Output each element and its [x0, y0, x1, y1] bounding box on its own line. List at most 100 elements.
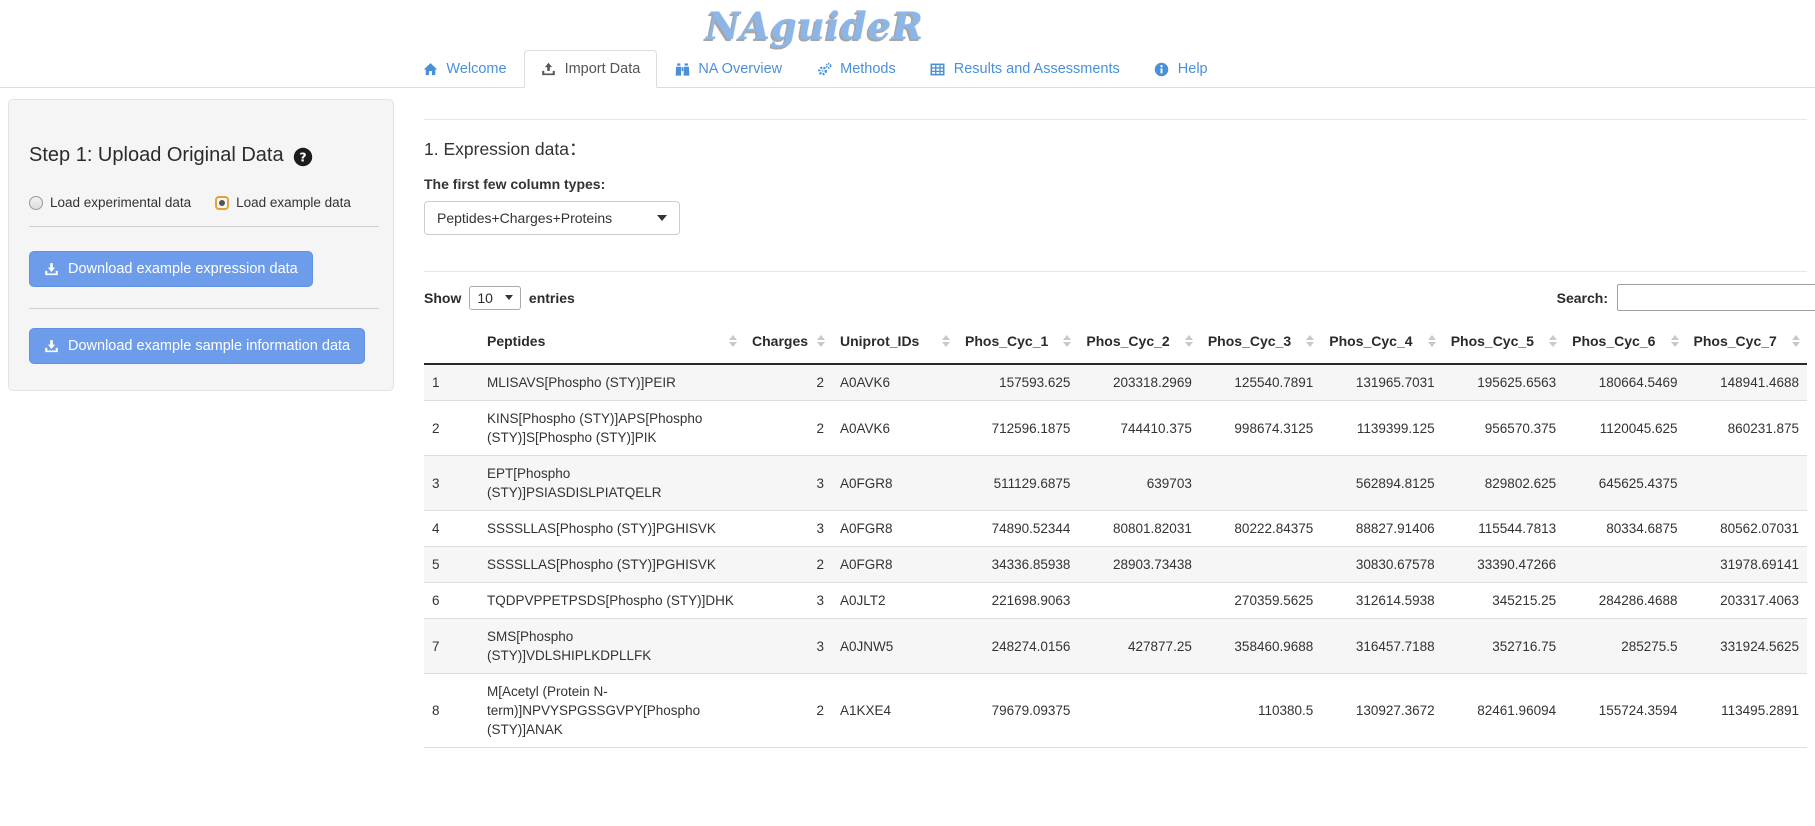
table-cell: A0FGR8 [832, 547, 957, 583]
table-cell: 645625.4375 [1564, 456, 1685, 511]
table-cell: 195625.6563 [1443, 364, 1564, 401]
sort-arrows-icon [1671, 335, 1679, 347]
table-cell: 712596.1875 [957, 401, 1078, 456]
tab-import-data[interactable]: Import Data [524, 50, 658, 88]
search-input[interactable] [1617, 284, 1815, 311]
entries-label: entries [529, 290, 575, 306]
column-header[interactable]: Phos_Cyc_7 [1686, 321, 1807, 364]
table-cell: 312614.5938 [1321, 583, 1442, 619]
table-cell [1078, 583, 1199, 619]
tab-results-assessments[interactable]: Results and Assessments [913, 50, 1137, 88]
row-index-cell: 4 [424, 511, 479, 547]
datatable-controls: Show 10 entries Search: [424, 284, 1807, 311]
table-cell: 74890.52344 [957, 511, 1078, 547]
tab-help[interactable]: Help [1137, 50, 1225, 88]
column-header[interactable]: Phos_Cyc_1 [957, 321, 1078, 364]
table-cell: 110380.5 [1200, 674, 1321, 748]
table-cell: 131965.7031 [1321, 364, 1442, 401]
table-cell: A0JNW5 [832, 619, 957, 674]
page-length-select[interactable]: 10 [469, 286, 521, 310]
page-length-value: 10 [477, 290, 493, 306]
table-cell: 829802.625 [1443, 456, 1564, 511]
table-cell: A0FGR8 [832, 511, 957, 547]
table-cell: 331924.5625 [1686, 619, 1807, 674]
table-cell: 155724.3594 [1564, 674, 1685, 748]
table-cell: 285275.5 [1564, 619, 1685, 674]
expression-data-table: Peptides Charges Uniprot_IDs Phos_Cyc_1 Phos… [424, 321, 1807, 748]
step1-title-text: Step 1: Upload Original Data [29, 144, 284, 167]
info-icon [1154, 61, 1170, 77]
column-header[interactable]: Phos_Cyc_5 [1443, 321, 1564, 364]
table-cell: 639703 [1078, 456, 1199, 511]
sort-arrows-icon [1063, 335, 1071, 347]
column-header[interactable]: Uniprot_IDs [832, 321, 957, 364]
column-header-label: Phos_Cyc_1 [965, 333, 1048, 349]
column-header[interactable]: Phos_Cyc_3 [1200, 321, 1321, 364]
table-cell: 2 [744, 547, 832, 583]
table-cell: 270359.5625 [1200, 583, 1321, 619]
column-header[interactable]: Charges [744, 321, 832, 364]
main-top-divider [424, 119, 1807, 120]
table-row: 5SSSSLLAS[Phospho (STY)]PGHISVK2A0FGR834… [424, 547, 1807, 583]
table-row: 1MLISAVS[Phospho (STY)]PEIR2A0AVK6157593… [424, 364, 1807, 401]
table-cell: 125540.7891 [1200, 364, 1321, 401]
radio-checked-icon [215, 196, 229, 210]
table-cell: A0AVK6 [832, 401, 957, 456]
tab-label: Methods [840, 60, 896, 78]
binoculars-icon [674, 61, 690, 77]
radio-load-example-data[interactable]: Load example data [215, 195, 351, 210]
table-cell: 3 [744, 511, 832, 547]
column-types-dropdown[interactable]: Peptides+Charges+Proteins [424, 201, 680, 235]
sort-arrows-icon [1306, 335, 1314, 347]
tab-methods[interactable]: Methods [799, 50, 913, 88]
expression-data-heading: 1. Expression data： [424, 136, 1807, 161]
table-cell: 345215.25 [1443, 583, 1564, 619]
table-cell: 316457.7188 [1321, 619, 1442, 674]
tab-welcome[interactable]: Welcome [405, 50, 523, 88]
step1-title: Step 1: Upload Original Data ? [29, 144, 373, 167]
tab-label: Import Data [565, 60, 641, 78]
table-cell: KINS[Phospho (STY)]APS[Phospho (STY)]S[P… [479, 401, 744, 456]
table-cell: EPT[Phospho (STY)]PSIASDISLPIATQELR [479, 456, 744, 511]
row-index-cell: 1 [424, 364, 479, 401]
sort-arrows-icon [942, 335, 950, 347]
table-icon [930, 61, 946, 77]
sort-arrows-icon [1792, 335, 1800, 347]
content-layout: Step 1: Upload Original Data ? Load expe… [0, 99, 1815, 748]
download-example-expression-data-button[interactable]: Download example expression data [29, 251, 313, 287]
table-row: 6TQDPVPPETPSDS[Phospho (STY)]DHK3A0JLT22… [424, 583, 1807, 619]
table-cell: A0AVK6 [832, 364, 957, 401]
table-cell: 80222.84375 [1200, 511, 1321, 547]
table-cell: 148941.4688 [1686, 364, 1807, 401]
app-header: NAguideR [0, 0, 1630, 48]
table-cell: 157593.625 [957, 364, 1078, 401]
column-header[interactable]: Phos_Cyc_6 [1564, 321, 1685, 364]
table-row: 4SSSSLLAS[Phospho (STY)]PGHISVK3A0FGR874… [424, 511, 1807, 547]
table-header: Peptides Charges Uniprot_IDs Phos_Cyc_1 Phos… [424, 321, 1807, 364]
table-cell: 80334.6875 [1564, 511, 1685, 547]
column-header-label: Charges [752, 333, 808, 349]
row-index-header [424, 321, 479, 364]
radio-load-experimental-data[interactable]: Load experimental data [29, 195, 191, 210]
table-row: 7SMS[Phospho (STY)]VDLSHIPLKDPLLFK3A0JNW… [424, 619, 1807, 674]
radio-unchecked-icon [29, 196, 43, 210]
row-index-cell: 3 [424, 456, 479, 511]
table-cell: 79679.09375 [957, 674, 1078, 748]
download-example-sample-information-data-button[interactable]: Download example sample information data [29, 328, 365, 364]
tab-na-overview[interactable]: NA Overview [657, 50, 799, 88]
row-index-cell: 7 [424, 619, 479, 674]
table-cell: 34336.85938 [957, 547, 1078, 583]
column-header[interactable]: Peptides [479, 321, 744, 364]
table-cell: 352716.75 [1443, 619, 1564, 674]
sort-arrows-icon [1428, 335, 1436, 347]
table-cell: 998674.3125 [1200, 401, 1321, 456]
column-header[interactable]: Phos_Cyc_4 [1321, 321, 1442, 364]
upload-icon [541, 61, 557, 77]
table-cell: 284286.4688 [1564, 583, 1685, 619]
column-header[interactable]: Phos_Cyc_2 [1078, 321, 1199, 364]
table-cell: 511129.6875 [957, 456, 1078, 511]
table-cell: SSSSLLAS[Phospho (STY)]PGHISVK [479, 511, 744, 547]
question-circle-icon[interactable]: ? [293, 147, 313, 167]
table-cell: 31978.69141 [1686, 547, 1807, 583]
table-cell: 113495.2891 [1686, 674, 1807, 748]
